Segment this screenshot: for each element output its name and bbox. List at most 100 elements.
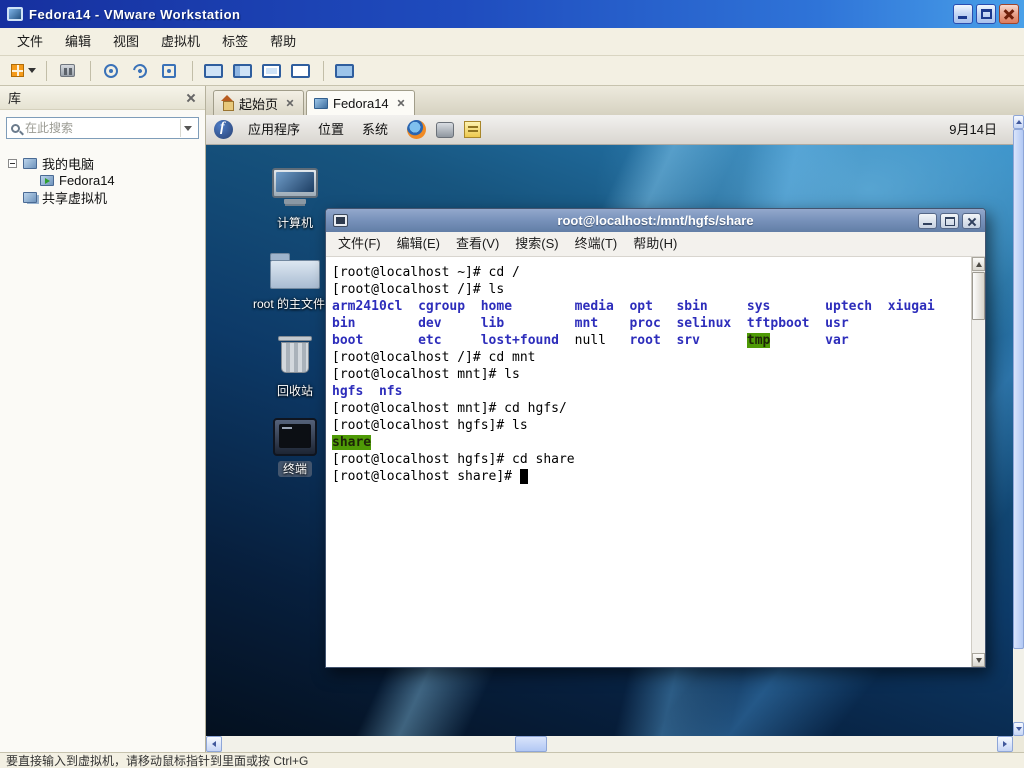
minimize-icon — [923, 222, 932, 225]
terminal-titlebar[interactable]: root@localhost:/mnt/hgfs/share — [326, 209, 985, 232]
window-title: Fedora14 - VMware Workstation — [29, 6, 241, 22]
fullscreen-monitor-icon — [261, 63, 281, 78]
tab-close-button[interactable] — [285, 98, 295, 108]
scroll-up-button[interactable] — [972, 257, 985, 271]
terminal-window-icon — [333, 214, 348, 227]
terminal-menu-file[interactable]: 文件(F) — [330, 232, 389, 256]
home-icon — [221, 94, 234, 111]
menu-file[interactable]: 文件 — [6, 28, 54, 55]
panel-menu-applications[interactable]: 应用程序 — [239, 115, 309, 144]
tree-item-label: 我的电脑 — [42, 157, 95, 172]
guest-desktop[interactable]: 应用程序 位置 系统 9月14日 计算机 root 的主文件夹 回收站 — [206, 115, 1013, 736]
power-icon — [10, 64, 24, 77]
main-toolbar — [0, 56, 1024, 86]
terminal-title: root@localhost:/mnt/hgfs/share — [557, 213, 754, 228]
snapshot-manager-button[interactable] — [156, 59, 182, 83]
menu-vm[interactable]: 虚拟机 — [150, 28, 211, 55]
trash-icon — [277, 336, 313, 378]
terminal-scrollbar[interactable] — [971, 257, 985, 667]
thumbnail-bar-button[interactable] — [229, 59, 255, 83]
terminal-close-button[interactable] — [962, 212, 981, 229]
terminal-line: [root@localhost hgfs]# ls — [332, 418, 528, 433]
maximize-icon — [981, 9, 992, 19]
terminal-line: [root@localhost /]# cd mnt — [332, 350, 536, 365]
tree-item-shared-vms[interactable]: 共享虚拟机 — [0, 189, 205, 206]
scroll-down-button[interactable] — [972, 653, 985, 667]
terminal-line: hgfs nfs — [332, 384, 403, 399]
tab-close-button[interactable] — [396, 98, 406, 108]
toolbar-separator — [323, 60, 324, 81]
power-button[interactable] — [10, 59, 36, 83]
suspend-button[interactable] — [54, 59, 80, 83]
fullscreen-button[interactable] — [258, 59, 284, 83]
snapshot-manager-icon — [162, 63, 176, 78]
panel-clock[interactable]: 9月14日 — [949, 115, 997, 144]
terminal-line: [root@localhost /]# ls — [332, 282, 505, 297]
terminal-line: arm2410cl cgroup home media opt sbin sys… — [332, 299, 935, 314]
menu-help[interactable]: 帮助 — [259, 28, 307, 55]
scroll-up-button[interactable] — [1013, 115, 1024, 129]
unity-monitor-icon — [290, 63, 310, 78]
scroll-right-button[interactable] — [997, 736, 1013, 752]
search-dropdown-button[interactable] — [180, 119, 194, 137]
terminal-menu-help[interactable]: 帮助(H) — [625, 232, 685, 256]
terminal-line: [root@localhost mnt]# cd hgfs/ — [332, 401, 567, 416]
library-close-button[interactable] — [185, 92, 197, 104]
statusbar: 要直接输入到虚拟机，请移动鼠标指针到里面或按 Ctrl+G — [0, 752, 1024, 768]
snapshot-take-button[interactable] — [98, 59, 124, 83]
library-search-box — [6, 117, 199, 139]
terminal-menu-search[interactable]: 搜索(S) — [507, 232, 566, 256]
status-text: 要直接输入到虚拟机，请移动鼠标指针到里面或按 Ctrl+G — [6, 754, 309, 768]
scroll-down-button[interactable] — [1013, 722, 1024, 736]
terminal-line: share — [332, 435, 372, 450]
window-maximize-button[interactable] — [976, 4, 996, 24]
menu-tabs[interactable]: 标签 — [211, 28, 259, 55]
snapshot-revert-button[interactable] — [127, 59, 153, 83]
scrollbar-thumb[interactable] — [515, 736, 547, 752]
shared-vms-icon — [23, 192, 37, 203]
window-close-button[interactable] — [999, 4, 1019, 24]
file-manager-icon[interactable] — [436, 121, 455, 138]
menu-view[interactable]: 视图 — [102, 28, 150, 55]
search-input[interactable] — [25, 121, 180, 135]
terminal-menu-view[interactable]: 查看(V) — [448, 232, 507, 256]
window-minimize-button[interactable] — [953, 4, 973, 24]
terminal-output[interactable]: [root@localhost ~]# cd / [root@localhost … — [326, 257, 971, 667]
tree-item-my-computer[interactable]: 我的电脑 — [0, 155, 205, 172]
terminal-minimize-button[interactable] — [918, 212, 937, 229]
scrollbar-thumb[interactable] — [1013, 129, 1024, 649]
terminal-line: boot etc lost+found null root srv tmp va… — [332, 333, 849, 348]
window-titlebar: Fedora14 - VMware Workstation — [0, 0, 1024, 28]
vm-horizontal-scrollbar[interactable] — [206, 736, 1013, 752]
terminal-maximize-button[interactable] — [940, 212, 959, 229]
toolbar-separator — [192, 60, 193, 81]
terminal-menu-terminal[interactable]: 终端(T) — [567, 232, 626, 256]
tree-item-fedora14[interactable]: Fedora14 — [0, 172, 205, 189]
vm-vertical-scrollbar[interactable] — [1013, 115, 1024, 736]
tab-home[interactable]: 起始页 — [213, 90, 305, 115]
fedora-logo-icon[interactable] — [214, 120, 233, 139]
terminal-line: [root@localhost mnt]# ls — [332, 367, 520, 382]
vm-icon — [40, 175, 54, 186]
tab-fedora14[interactable]: Fedora14 — [306, 90, 415, 115]
firefox-icon[interactable] — [407, 120, 427, 139]
unity-button[interactable] — [287, 59, 313, 83]
scrollbar-thumb[interactable] — [972, 272, 985, 320]
panel-menu-places[interactable]: 位置 — [309, 115, 353, 144]
panel-menu-system[interactable]: 系统 — [353, 115, 397, 144]
menu-edit[interactable]: 编辑 — [54, 28, 102, 55]
scroll-left-button[interactable] — [206, 736, 222, 752]
terminal-menubar: 文件(F) 编辑(E) 查看(V) 搜索(S) 终端(T) 帮助(H) — [326, 232, 985, 257]
tree-item-label: 共享虚拟机 — [42, 191, 108, 206]
terminal-window: root@localhost:/mnt/hgfs/share 文件(F) 编辑(… — [325, 208, 986, 668]
terminal-menu-edit[interactable]: 编辑(E) — [389, 232, 448, 256]
console-view-button[interactable] — [200, 59, 226, 83]
notes-icon[interactable] — [464, 121, 482, 138]
revert-snapshot-icon — [130, 60, 150, 81]
chevron-down-icon — [183, 125, 192, 131]
collapse-icon[interactable] — [8, 159, 17, 168]
show-console-button[interactable] — [331, 59, 357, 83]
arrow-left-icon — [212, 741, 216, 747]
library-title: 库 — [8, 91, 22, 106]
search-icon — [11, 123, 20, 133]
